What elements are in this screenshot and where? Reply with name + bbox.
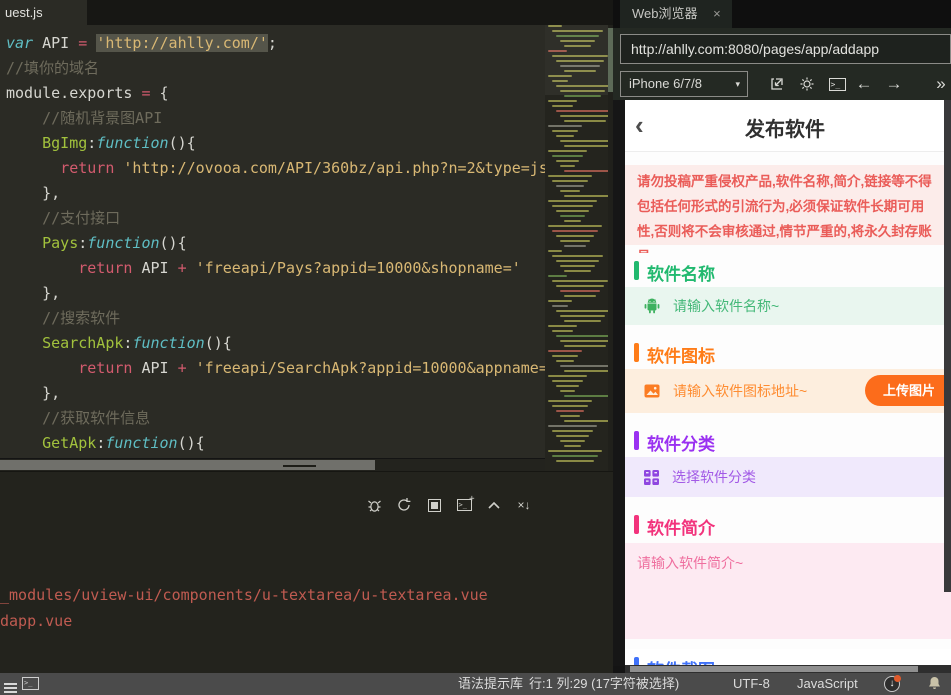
android-icon [643, 297, 661, 315]
outline-icon[interactable] [4, 680, 17, 695]
code-line: //搜索软件 [6, 309, 121, 327]
code-line: Pays:function(){ [42, 234, 187, 252]
hbuilderx-window: uest.js var API = 'http://ahlly.com/'; //… [0, 0, 951, 695]
scrollbar-grip [283, 465, 316, 467]
terminal-icon[interactable]: >_ [22, 677, 39, 690]
notification-badge [894, 675, 901, 682]
addapp-page: ‹ 发布软件 请勿投稿严重侵权产品,软件名称,简介,链接等不得包括任何形式的引流… [625, 100, 951, 666]
code-editor[interactable]: var API = 'http://ahlly.com/'; //填你的域名 mod… [0, 25, 545, 458]
restart-icon[interactable] [395, 496, 413, 514]
section-bar [634, 343, 639, 362]
image-icon [643, 382, 661, 400]
warning-notice: 请勿投稿严重侵权产品,软件名称,简介,链接等不得包括任何形式的引流行为,必须保证… [625, 165, 951, 264]
language-mode-status[interactable]: JavaScript [797, 673, 858, 695]
upload-image-button[interactable]: 上传图片 [864, 375, 951, 406]
console-line: _modules/uview-ui/components/u-textarea/… [0, 586, 488, 604]
section-label: 软件图标 [647, 347, 715, 366]
debug-icon[interactable] [365, 496, 383, 514]
more-tools-icon[interactable]: » [929, 71, 951, 97]
console-line: dapp.vue [0, 612, 73, 630]
app-intro-textarea[interactable]: 请输入软件简介~ [625, 543, 951, 639]
browser-toolbar: http://ahlly.com:8080/pages/app/addapp i… [613, 28, 951, 100]
console-icon[interactable]: >_ [825, 71, 849, 97]
stop-icon[interactable] [425, 496, 443, 514]
editor-tab-label: uest.js [5, 5, 43, 20]
app-category-placeholder: 选择软件分类 [672, 469, 756, 485]
device-select-value: iPhone 6/7/8 [629, 76, 703, 91]
page-header: ‹ 发布软件 [625, 100, 951, 152]
section-title-app-icon: 软件图标 [625, 335, 951, 369]
editor-horizontal-scrollbar-thumb[interactable] [0, 460, 375, 470]
bell-icon[interactable] [928, 676, 941, 690]
code-line: GetApk:function(){ [42, 434, 205, 452]
grid-icon [643, 469, 660, 486]
code-line: return API + 'freeapi/SearchApk?appid=10… [78, 359, 545, 377]
code-line: return API + 'freeapi/Pays?appid=10000&s… [78, 259, 521, 277]
editor-tabbar: uest.js [0, 0, 613, 25]
preview-horizontal-scrollbar-thumb[interactable] [630, 666, 918, 672]
minimap[interactable] [545, 25, 608, 472]
section-title-app-intro: 软件简介 [625, 507, 951, 541]
encoding-status[interactable]: UTF-8 [733, 673, 770, 695]
collapse-panel-icon[interactable] [485, 496, 503, 514]
code-line: }, [6, 184, 61, 202]
code-line: }, [6, 384, 61, 402]
section-bar [634, 261, 639, 280]
clear-console-icon[interactable]: ×↓ [515, 496, 533, 514]
close-tab-icon[interactable]: × [713, 6, 721, 21]
app-name-placeholder: 请输入软件名称~ [673, 298, 780, 314]
code-line: BgImg:function(){ [42, 134, 196, 152]
app-icon-url-input[interactable]: 请输入软件图标地址~ 上传图片 [625, 369, 951, 413]
preview-horizontal-scrollbar[interactable] [625, 665, 951, 673]
code-line: module.exports = { [6, 84, 169, 102]
editor-horizontal-scrollbar[interactable] [0, 459, 545, 471]
section-label: 软件名称 [647, 265, 715, 284]
code-line: return 'http://ovooa.com/API/360bz/api.p… [60, 159, 545, 177]
forward-arrow-icon[interactable]: → [882, 71, 906, 97]
code-line: SearchApk:function(){ [42, 334, 232, 352]
mobile-preview: ‹ 发布软件 请勿投稿严重侵权产品,软件名称,简介,链接等不得包括任何形式的引流… [613, 100, 951, 666]
console-output: _modules/uview-ui/components/u-textarea/… [0, 582, 613, 634]
section-bar [634, 431, 639, 450]
address-bar-input[interactable]: http://ahlly.com:8080/pages/app/addapp [620, 34, 951, 64]
section-label: 软件分类 [647, 435, 715, 454]
code-line: }, [6, 284, 61, 302]
preview-vertical-scrollbar[interactable] [944, 100, 951, 592]
code-line: //随机背景图API [6, 109, 163, 127]
page-title: 发布软件 [745, 119, 825, 141]
console-toolbar: >_ + ×↓ [365, 494, 595, 516]
status-bar: >_ 语法提示库 行:1 列:29 (17字符被选择) UTF-8 JavaSc… [0, 673, 951, 695]
app-name-input[interactable]: 请输入软件名称~ [625, 287, 951, 325]
device-select[interactable]: iPhone 6/7/8 ▾ [620, 71, 748, 97]
new-terminal-icon[interactable]: >_ + [455, 494, 475, 514]
section-label: 软件简介 [647, 519, 715, 538]
detach-window-icon[interactable] [765, 71, 789, 97]
code-line: //填你的域名 [6, 59, 100, 77]
section-title-app-screenshots: 软件截图 [625, 649, 951, 666]
cursor-position-status[interactable]: 行:1 列:29 (17字符被选择) [529, 673, 679, 695]
editor-tab-request-js[interactable]: uest.js [0, 0, 87, 25]
code-lines: var API = 'http://ahlly.com/'; //填你的域名 mod… [6, 31, 545, 456]
section-bar [634, 515, 639, 534]
update-notification-icon[interactable]: ↓ [884, 675, 901, 692]
code-line: var API = 'http://ahlly.com/'; [6, 34, 277, 52]
console-panel: >_ + ×↓ _modules/uview-ui/components/u-te… [0, 471, 613, 673]
browser-panel-tabbar: Web浏览器 × [613, 0, 951, 28]
app-category-select[interactable]: 选择软件分类 [625, 457, 951, 497]
section-title-app-name: 软件名称 [625, 253, 951, 287]
code-line: //获取软件信息 [6, 409, 151, 427]
settings-gear-icon[interactable] [795, 71, 819, 97]
app-icon-placeholder: 请输入软件图标地址~ [673, 383, 808, 399]
web-browser-tab-label: Web浏览器 [632, 6, 698, 21]
code-line: //支付接口 [6, 209, 121, 227]
section-title-app-category: 软件分类 [625, 423, 951, 457]
web-browser-tab[interactable]: Web浏览器 × [620, 0, 732, 28]
minimap-viewport [545, 25, 608, 95]
chevron-down-icon: ▾ [735, 79, 740, 89]
back-arrow-icon[interactable]: ← [852, 71, 876, 97]
syntax-lib-status[interactable]: 语法提示库 [458, 673, 523, 695]
